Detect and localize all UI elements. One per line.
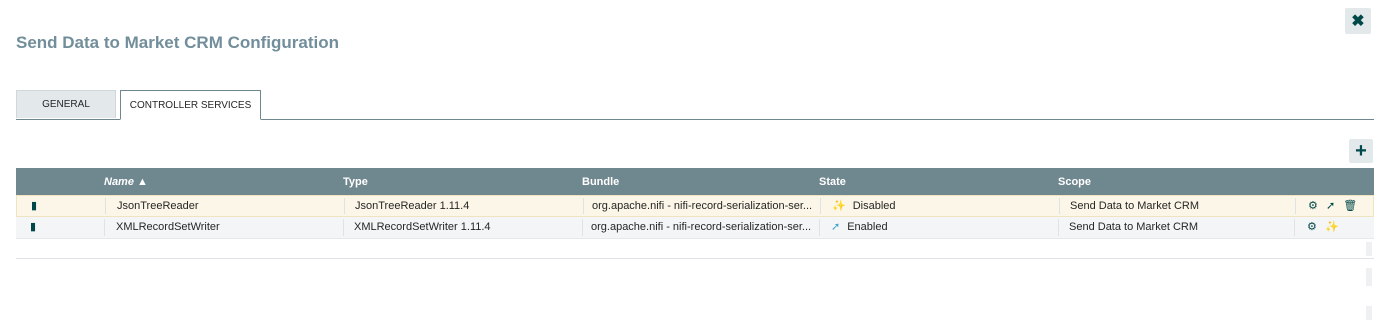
state-label: Enabled [847, 221, 888, 233]
row-name: XMLRecordSetWriter [116, 221, 220, 233]
row-type: XMLRecordSetWriter 1.11.4 [354, 221, 491, 233]
state-label: Disabled [852, 200, 896, 212]
disable-icon[interactable]: ✨ [1325, 221, 1339, 233]
row-actions: ⚙ ➚ 🗑 [1308, 196, 1362, 217]
column-header-type[interactable]: Type [343, 176, 368, 188]
row-scope: Send Data to Market CRM [1069, 221, 1198, 233]
column-header-name[interactable]: Name ▲ [104, 176, 148, 188]
plus-icon: + [1355, 139, 1367, 162]
tab-controller-services[interactable]: CONTROLLER SERVICES [120, 90, 261, 120]
configure-icon[interactable]: ⚙ [1308, 200, 1318, 212]
tab-bar: GENERAL CONTROLLER SERVICES [16, 90, 1374, 120]
table-row[interactable]: ▮ XMLRecordSetWriter XMLRecordSetWriter … [16, 217, 1374, 239]
disabled-icon: ✨ [832, 200, 846, 212]
row-scope: Send Data to Market CRM [1070, 200, 1199, 212]
tab-general[interactable]: GENERAL [16, 90, 116, 118]
scrollbar-track[interactable] [1366, 268, 1372, 286]
scrollbar-track[interactable] [1366, 306, 1372, 320]
close-button[interactable]: ✖ [1345, 8, 1371, 34]
row-type: JsonTreeReader 1.11.4 [355, 200, 470, 212]
dialog-title: Send Data to Market CRM Configuration [16, 33, 340, 52]
table-header: Name ▲ Type Bundle State Scope [16, 168, 1374, 195]
column-header-scope[interactable]: Scope [1058, 176, 1091, 188]
enabled-icon: ➚ [831, 221, 841, 233]
scrollbar-track[interactable] [1366, 242, 1372, 256]
row-actions: ⚙ ✨ [1307, 217, 1344, 238]
add-controller-service-button[interactable]: + [1349, 139, 1373, 163]
configure-icon[interactable]: ⚙ [1307, 221, 1317, 233]
table-bottom-border [16, 258, 1374, 259]
row-bundle: org.apache.nifi - nifi-record-serializat… [591, 221, 812, 233]
table-row[interactable]: ▮ JsonTreeReader JsonTreeReader 1.11.4 o… [16, 195, 1374, 217]
column-header-bundle[interactable]: Bundle [582, 176, 619, 188]
row-state: ✨ Disabled [832, 196, 896, 217]
enable-icon[interactable]: ➚ [1326, 200, 1335, 212]
close-icon: ✖ [1351, 13, 1365, 30]
controller-services-table: Name ▲ Type Bundle State Scope ▮ JsonTre… [16, 168, 1374, 239]
column-header-state[interactable]: State [819, 176, 846, 188]
row-state: ➚ Enabled [831, 217, 888, 238]
details-icon[interactable]: ▮ [31, 196, 37, 217]
delete-icon[interactable]: 🗑 [1343, 200, 1357, 212]
row-name: JsonTreeReader [117, 200, 199, 212]
details-icon[interactable]: ▮ [30, 217, 36, 238]
row-bundle: org.apache.nifi - nifi-record-serializat… [592, 200, 813, 212]
